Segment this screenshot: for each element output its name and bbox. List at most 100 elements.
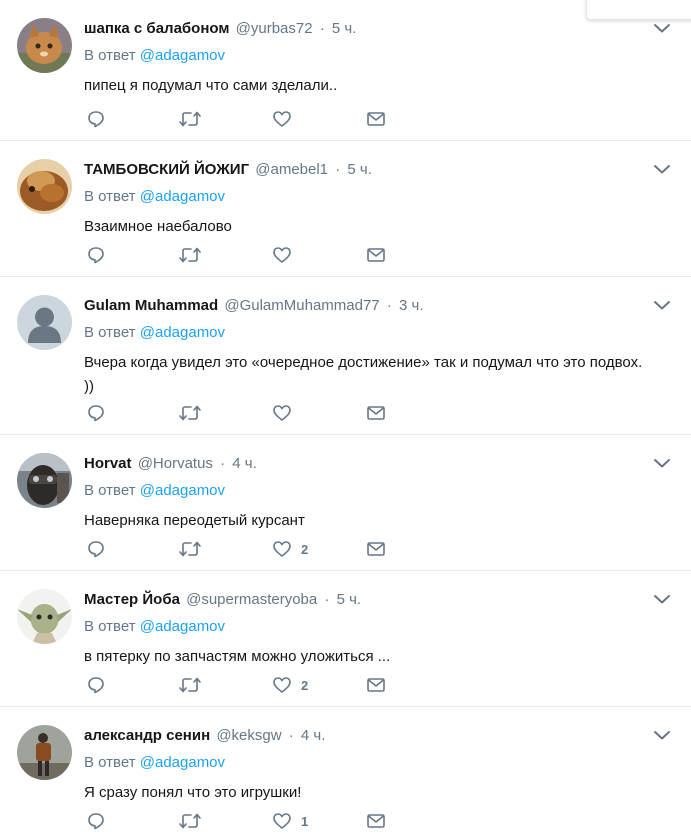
tweet-header: Horvat @Horvatus · 4 ч. <box>84 455 257 473</box>
like-button[interactable]: 2 <box>272 537 308 561</box>
like-button[interactable] <box>272 107 301 131</box>
reply-button[interactable] <box>86 673 106 697</box>
like-count: 2 <box>301 541 309 557</box>
tweet-header: Gulam Muhammad @GulamMuhammad77 · 3 ч. <box>84 297 424 315</box>
reply-context: В ответ @adagamov <box>84 46 225 66</box>
masked-figure-avatar[interactable] <box>17 453 72 508</box>
user-handle[interactable]: @amebel1 <box>255 161 328 178</box>
separator-dot: · <box>386 297 392 314</box>
reply-icon <box>88 541 104 558</box>
user-handle[interactable]: @yurbas72 <box>236 20 313 37</box>
reply-icon <box>88 111 104 128</box>
user-fullname[interactable]: ТАМБОВСКИЙ ЙОЖИГ <box>84 161 249 178</box>
heart-icon <box>273 405 291 421</box>
reply-context: В ответ @adagamov <box>84 187 225 207</box>
reply-prefix: В ответ <box>84 618 136 635</box>
reply-mention-link[interactable]: @adagamov <box>140 482 225 499</box>
reply-context: В ответ @adagamov <box>84 617 225 637</box>
like-button[interactable]: 1 <box>272 809 308 833</box>
like-button[interactable]: 2 <box>272 673 308 697</box>
tweet-actions <box>84 401 404 425</box>
chevron-down-icon[interactable] <box>653 22 671 34</box>
user-handle[interactable]: @keksgw <box>216 727 281 744</box>
reply-icon <box>88 247 104 264</box>
tweet-text: в пятерку по запчастям можно уложиться .… <box>84 648 391 665</box>
direct-message-button[interactable] <box>366 537 386 561</box>
reply-prefix: В ответ <box>84 482 136 499</box>
separator-dot: · <box>324 591 330 608</box>
retweet-button[interactable] <box>178 809 202 833</box>
reply-tweet[interactable]: александр сенин @keksgw · 4 ч. В ответ @… <box>0 707 691 837</box>
user-fullname[interactable]: Horvat <box>84 455 132 472</box>
direct-message-button[interactable] <box>366 243 386 267</box>
reply-tweet[interactable]: Мастер Йоба @supermasteryoba · 5 ч. В от… <box>0 571 691 707</box>
reply-mention-link[interactable]: @adagamov <box>140 324 225 341</box>
reply-mention-link[interactable]: @adagamov <box>140 618 225 635</box>
reply-button[interactable] <box>86 243 106 267</box>
reply-button[interactable] <box>86 107 106 131</box>
chevron-down-icon[interactable] <box>653 299 671 311</box>
retweet-button[interactable] <box>178 537 202 561</box>
user-handle[interactable]: @Horvatus <box>138 455 213 472</box>
user-fullname[interactable]: Мастер Йоба <box>84 591 180 608</box>
like-button[interactable] <box>272 401 301 425</box>
user-fullname[interactable]: шапка с балабоном <box>84 20 229 37</box>
tweet-timestamp[interactable]: 5 ч. <box>332 20 357 37</box>
reply-mention-link[interactable]: @adagamov <box>140 47 225 64</box>
tweet-actions: 2 <box>84 537 404 561</box>
reply-button[interactable] <box>86 809 106 833</box>
user-fullname[interactable]: александр сенин <box>84 727 210 744</box>
tweet-timestamp[interactable]: 5 ч. <box>347 161 372 178</box>
like-button[interactable] <box>272 243 301 267</box>
heart-icon <box>273 111 291 127</box>
chevron-down-icon[interactable] <box>653 457 671 469</box>
heart-icon <box>273 677 291 693</box>
default-profile-avatar[interactable] <box>17 295 72 350</box>
retweet-icon <box>179 541 201 557</box>
separator-dot: · <box>319 20 325 37</box>
user-handle[interactable]: @supermasteryoba <box>186 591 317 608</box>
direct-message-button[interactable] <box>366 107 386 131</box>
yoda-avatar[interactable] <box>17 589 72 644</box>
chevron-down-icon[interactable] <box>653 593 671 605</box>
retweet-button[interactable] <box>178 673 202 697</box>
user-handle[interactable]: @GulamMuhammad77 <box>224 297 379 314</box>
retweet-button[interactable] <box>178 243 202 267</box>
reply-button[interactable] <box>86 537 106 561</box>
reply-tweet[interactable]: шапка с балабоном @yurbas72 · 5 ч. В отв… <box>0 0 691 141</box>
hedgehog-photo-avatar[interactable] <box>17 159 72 214</box>
direct-message-button[interactable] <box>366 401 386 425</box>
reply-context: В ответ @adagamov <box>84 481 225 501</box>
tweet-header: шапка с балабоном @yurbas72 · 5 ч. <box>84 20 356 38</box>
tweet-timestamp[interactable]: 4 ч. <box>232 455 257 472</box>
retweet-button[interactable] <box>178 107 202 131</box>
cat-photo-avatar[interactable] <box>17 18 72 73</box>
reply-tweet[interactable]: ТАМБОВСКИЙ ЙОЖИГ @amebel1 · 5 ч. В ответ… <box>0 141 691 277</box>
tweet-timestamp[interactable]: 5 ч. <box>337 591 362 608</box>
heart-icon <box>273 541 291 557</box>
retweet-icon <box>179 111 201 127</box>
user-fullname[interactable]: Gulam Muhammad <box>84 297 218 314</box>
chevron-down-icon[interactable] <box>653 729 671 741</box>
reply-button[interactable] <box>86 401 106 425</box>
chevron-down-icon[interactable] <box>653 163 671 175</box>
reply-mention-link[interactable]: @adagamov <box>140 188 225 205</box>
tweet-timestamp[interactable]: 4 ч. <box>301 727 326 744</box>
separator-dot: · <box>288 727 294 744</box>
envelope-icon <box>367 542 385 556</box>
tweet-actions: 1 <box>84 809 404 833</box>
envelope-icon <box>367 112 385 126</box>
reply-tweet[interactable]: Gulam Muhammad @GulamMuhammad77 · 3 ч. В… <box>0 277 691 435</box>
reply-context: В ответ @adagamov <box>84 323 225 343</box>
direct-message-button[interactable] <box>366 809 386 833</box>
tweet-actions <box>84 107 404 131</box>
tweet-timestamp[interactable]: 3 ч. <box>399 297 424 314</box>
direct-message-button[interactable] <box>366 673 386 697</box>
person-standing-avatar[interactable] <box>17 725 72 780</box>
retweet-icon <box>179 813 201 829</box>
reply-tweet[interactable]: Horvat @Horvatus · 4 ч. В ответ @adagamo… <box>0 435 691 571</box>
heart-icon <box>273 247 291 263</box>
reply-mention-link[interactable]: @adagamov <box>140 754 225 771</box>
retweet-button[interactable] <box>178 401 202 425</box>
reply-icon <box>88 677 104 694</box>
